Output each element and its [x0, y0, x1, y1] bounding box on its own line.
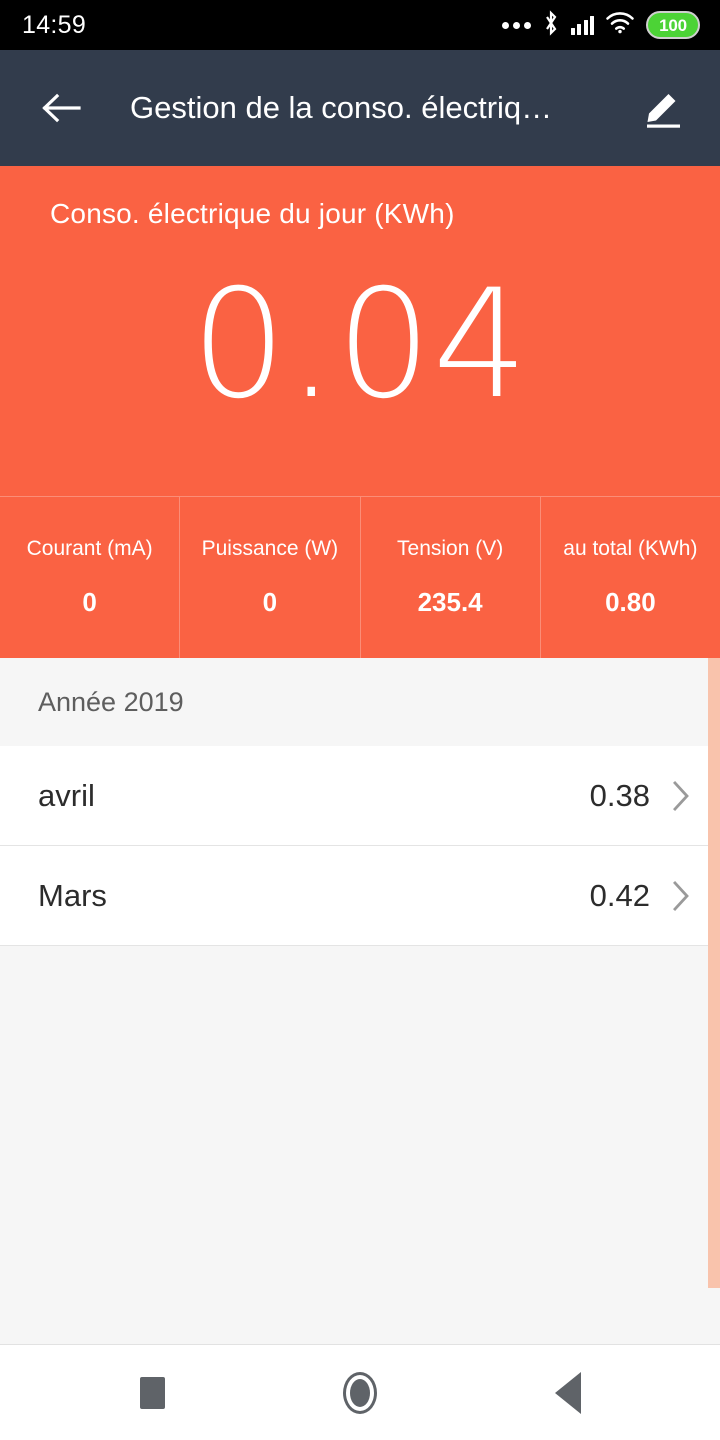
- stat-value: 0: [82, 587, 97, 617]
- stat-puissance[interactable]: Puissance (W) 0: [180, 497, 361, 658]
- section-header-year: Année 2019: [0, 658, 720, 746]
- page-title: Gestion de la conso. électriq…: [130, 90, 553, 125]
- stat-label: Puissance (W): [201, 537, 339, 560]
- monthly-list-area: Année 2019 avril 0.38 Mars 0.42: [0, 658, 720, 1345]
- app-bar: Gestion de la conso. électriq…: [0, 50, 720, 166]
- status-icon-group: 100: [501, 9, 700, 41]
- status-bar: 14:59 100: [0, 0, 720, 50]
- recents-square-icon: [139, 1376, 165, 1409]
- list-item[interactable]: avril 0.38: [0, 746, 720, 846]
- home-button[interactable]: [326, 1359, 394, 1427]
- battery-icon: 100: [646, 11, 700, 39]
- daily-consumption-panel: Conso. électrique du jour (KWh) 0.04: [0, 166, 720, 496]
- stats-strip: Courant (mA) 0 Puissance (W) 0 Tension (…: [0, 496, 720, 658]
- chevron-right-icon: [668, 879, 694, 913]
- bluetooth-icon: [542, 9, 560, 41]
- chevron-right-icon: [668, 779, 694, 813]
- more-dots-icon: [501, 21, 531, 29]
- recents-button[interactable]: [118, 1359, 186, 1427]
- daily-consumption-label: Conso. électrique du jour (KWh): [50, 198, 455, 229]
- back-button[interactable]: [30, 77, 92, 139]
- list-item[interactable]: Mars 0.42: [0, 846, 720, 946]
- phone-screen: 14:59 100 Gestion de la conso. électriq……: [0, 0, 720, 1440]
- list-item-month: Mars: [38, 877, 107, 913]
- status-clock: 14:59: [22, 10, 87, 39]
- daily-consumption-value: 0.04: [191, 258, 529, 432]
- list-item-value: 0.42: [589, 877, 650, 913]
- stat-value: 0: [262, 587, 278, 617]
- vertical-scrollbar[interactable]: [708, 658, 720, 1288]
- stat-tension[interactable]: Tension (V) 235.4: [361, 497, 541, 658]
- edit-button[interactable]: [632, 77, 694, 139]
- stat-value: 0.80: [605, 587, 656, 617]
- stat-total[interactable]: au total (KWh) 0.80: [541, 497, 720, 658]
- stat-value: 235.4: [417, 587, 483, 617]
- list-item-month: avril: [38, 777, 95, 813]
- back-triangle-icon: [555, 1371, 581, 1414]
- stat-label: Tension (V): [397, 537, 504, 560]
- list-item-value: 0.38: [589, 777, 650, 813]
- battery-level-label: 100: [659, 15, 687, 35]
- signal-icon: [570, 15, 594, 35]
- system-navigation-bar: [0, 1345, 720, 1440]
- wifi-icon: [605, 11, 635, 39]
- stat-label: Courant (mA): [26, 537, 153, 560]
- arrow-left-icon: [42, 93, 81, 123]
- back-nav-button[interactable]: [534, 1359, 602, 1427]
- stat-courant[interactable]: Courant (mA) 0: [0, 497, 181, 658]
- stat-label: au total (KWh): [563, 537, 698, 560]
- home-circle-icon: [343, 1371, 377, 1414]
- pencil-edit-icon: [647, 94, 680, 128]
